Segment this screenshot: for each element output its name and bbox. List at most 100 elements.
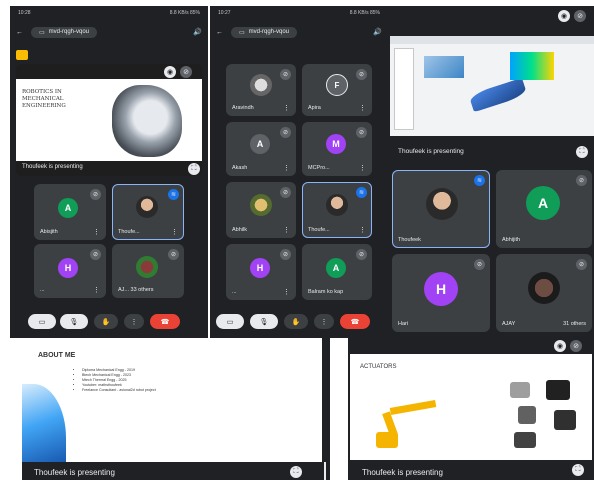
mic-off-icon: ⊘	[576, 175, 587, 186]
phone-screen-2: 10:27 8.8 KB/s 85% ← ▭ mvd-rqgh-vqou 🔊 ⊘…	[210, 6, 388, 338]
avatar: A	[58, 198, 78, 218]
participant-tile[interactable]: ≋ Thoufe... ⋮	[302, 182, 372, 238]
mic-toggle-button[interactable]: 🎙	[60, 314, 88, 329]
status-bar: 10:27 8.8 KB/s 85%	[210, 6, 388, 20]
avatar: H	[58, 258, 78, 278]
mic-off-icon: ⊘	[280, 69, 291, 80]
fullscreen-icon[interactable]: ⛶	[188, 163, 200, 175]
meeting-code-pill[interactable]: ▭ mvd-rqgh-vqou	[31, 26, 98, 38]
participant-name: Balram ko kap	[308, 289, 344, 295]
participant-name: AJ... 33 others	[118, 287, 154, 293]
desktop-meet-view: ◉ ⊘ Thoufeek is presenting ⛶ ≋ Thoufeek …	[388, 6, 594, 338]
shared-screen-cad	[390, 36, 594, 136]
mic-off-icon: ⊘	[280, 127, 291, 138]
more-options-icon[interactable]: ⋮	[171, 228, 178, 236]
fullscreen-icon[interactable]: ⛶	[576, 146, 588, 158]
cad-toolbar	[390, 36, 594, 44]
back-arrow-icon[interactable]: ←	[216, 29, 223, 36]
mic-off-icon: ⊘	[168, 249, 179, 260]
more-button[interactable]: ⋮	[124, 314, 144, 329]
participant-tile[interactable]: A ⊘ Abisjith ⋮	[34, 184, 106, 240]
mic-off-icon: ⊘	[356, 249, 367, 260]
more-options-icon[interactable]: ⋮	[283, 104, 290, 112]
participant-tile[interactable]: ⊘ AJAY 31 others	[496, 254, 592, 332]
avatar: A	[526, 186, 560, 220]
participant-photo	[426, 188, 458, 220]
mute-presentation-icon[interactable]: ⊘	[180, 66, 192, 78]
fullscreen-icon[interactable]: ⛶	[290, 466, 302, 478]
cast-icon: ▭	[239, 29, 245, 36]
participant-tile[interactable]: A ⊘ Akash ⋮	[226, 122, 296, 176]
presenter-label: Thoufeek is presenting	[22, 164, 83, 170]
participant-photo	[250, 194, 272, 216]
more-options-icon[interactable]: ⋮	[93, 228, 100, 236]
raise-hand-button[interactable]: ✋	[284, 314, 308, 329]
mic-off-icon: ⊘	[474, 259, 485, 270]
presenter-label: Thoufeek is presenting	[362, 468, 443, 477]
more-options-icon[interactable]: ⋮	[283, 288, 290, 296]
raise-hand-button[interactable]: ✋	[94, 314, 118, 329]
participant-photo	[136, 256, 158, 278]
mute-presentation-icon[interactable]: ⊘	[570, 340, 582, 352]
camera-toggle-button[interactable]: ▭	[28, 314, 56, 329]
participant-name: Abhilk	[232, 227, 247, 233]
others-count: 31 others	[563, 321, 586, 327]
participant-tile[interactable]: H ⊘ ... ⋮	[34, 244, 106, 298]
participant-tile[interactable]: H ⊘ Hari	[392, 254, 490, 332]
participant-tile[interactable]: F ⊘ Apira ⋮	[302, 64, 372, 116]
speaker-icon[interactable]: 🔊	[373, 28, 382, 36]
back-arrow-icon[interactable]: ←	[16, 29, 23, 36]
motor-images	[510, 380, 586, 454]
participant-tile[interactable]: ⊘ Aravindh ⋮	[226, 64, 296, 116]
end-call-button[interactable]: ☎	[340, 314, 370, 329]
more-options-icon[interactable]: ⋮	[359, 104, 366, 112]
speaking-indicator-icon: ≋	[474, 175, 485, 186]
participant-name: MCPro...	[308, 165, 330, 171]
participant-tile[interactable]: H ⊘ ... ⋮	[226, 244, 296, 300]
more-options-icon[interactable]: ⋮	[283, 164, 290, 172]
scroll-indicator	[324, 462, 326, 480]
pin-icon[interactable]: ◉	[554, 340, 566, 352]
mic-toggle-button[interactable]: 🎙	[250, 314, 278, 329]
participant-name: ...	[40, 287, 45, 293]
mute-presentation-icon[interactable]: ⊘	[574, 10, 586, 22]
more-options-icon[interactable]: ⋮	[359, 164, 366, 172]
participant-tile[interactable]: ≋ Thoufeek	[392, 170, 490, 248]
speaker-icon[interactable]: 🔊	[193, 28, 202, 36]
participant-name: Apira	[308, 105, 321, 111]
participant-tile[interactable]: M ⊘ MCPro... ⋮	[302, 122, 372, 176]
participant-tile[interactable]: ⊘ AJ... 33 others	[112, 244, 184, 298]
about-item: Freelance Consultant - avional2d robot p…	[82, 388, 156, 393]
mic-off-icon: ⊘	[576, 259, 587, 270]
participant-photo	[136, 196, 158, 218]
fullscreen-icon[interactable]: ⛶	[572, 464, 584, 476]
avatar: A	[326, 258, 346, 278]
pin-icon[interactable]: ◉	[558, 10, 570, 22]
speaking-indicator-icon: ≋	[168, 189, 179, 200]
participant-photo	[250, 74, 272, 96]
shared-screen: ROBOTICS IN MECHANICAL ENGINEERING ◉ ⊘ T…	[16, 64, 202, 176]
pin-icon[interactable]: ◉	[164, 66, 176, 78]
phone-screen-1: 10:28 8.8 KB/s 85% ← ▭ mvd-rqgh-vqou 🔊 R…	[10, 6, 208, 338]
slide-title: ABOUT ME	[38, 352, 76, 359]
about-me-slide: ABOUT ME Diploma Mechanical Engg - 2019 …	[22, 338, 322, 462]
meeting-code-pill[interactable]: ▭ mvd-rqgh-vqou	[231, 26, 298, 38]
more-options-icon[interactable]: ⋮	[283, 226, 290, 234]
participant-tile[interactable]: A ⊘ Abhijith	[496, 170, 592, 248]
participant-tile[interactable]: ⊘ Abhilk ⋮	[226, 182, 296, 238]
more-options-icon[interactable]: ⋮	[359, 226, 366, 234]
camera-toggle-button[interactable]: ▭	[216, 314, 244, 329]
participant-name: Hari	[398, 321, 409, 327]
status-time: 10:27	[218, 10, 231, 16]
mic-off-icon: ⊘	[90, 249, 101, 260]
mic-off-icon: ⊘	[90, 189, 101, 200]
participant-tile[interactable]: A ⊘ Balram ko kap	[302, 244, 372, 300]
status-bar: 10:28 8.8 KB/s 85%	[10, 6, 208, 20]
participant-photo	[528, 272, 560, 304]
cad-model-wing	[468, 77, 528, 113]
more-button[interactable]: ⋮	[314, 314, 334, 329]
slide-title: ROBOTICS IN MECHANICAL ENGINEERING	[22, 89, 66, 109]
more-options-icon[interactable]: ⋮	[93, 286, 100, 294]
end-call-button[interactable]: ☎	[150, 314, 180, 329]
participant-tile[interactable]: ≋ Thoufe... ⋮	[112, 184, 184, 240]
